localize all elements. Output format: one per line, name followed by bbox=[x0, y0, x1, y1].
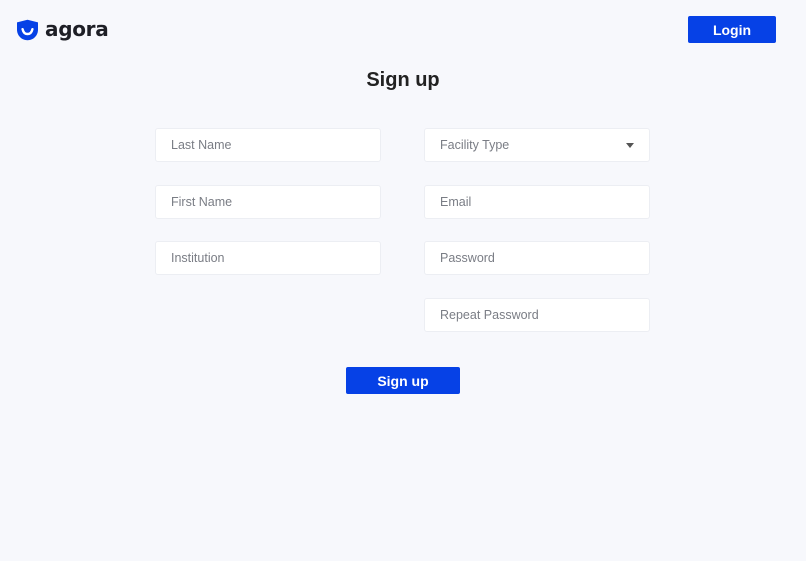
password-input[interactable] bbox=[424, 241, 650, 275]
facility-type-label: Facility Type bbox=[440, 138, 510, 152]
first-name-input[interactable] bbox=[155, 185, 381, 219]
brand-name: agora bbox=[45, 17, 109, 41]
page-title: Sign up bbox=[366, 69, 440, 91]
login-button[interactable]: Login bbox=[688, 16, 776, 43]
brand-logo[interactable]: agora bbox=[16, 17, 109, 42]
last-name-input[interactable] bbox=[155, 128, 381, 162]
institution-input[interactable] bbox=[155, 241, 381, 275]
email-input[interactable] bbox=[424, 185, 650, 219]
repeat-password-input[interactable] bbox=[424, 298, 650, 332]
chevron-down-icon bbox=[626, 142, 634, 148]
agora-logo-icon bbox=[17, 19, 38, 41]
signup-button[interactable]: Sign up bbox=[346, 367, 460, 394]
facility-type-select[interactable]: Facility Type bbox=[424, 128, 650, 162]
